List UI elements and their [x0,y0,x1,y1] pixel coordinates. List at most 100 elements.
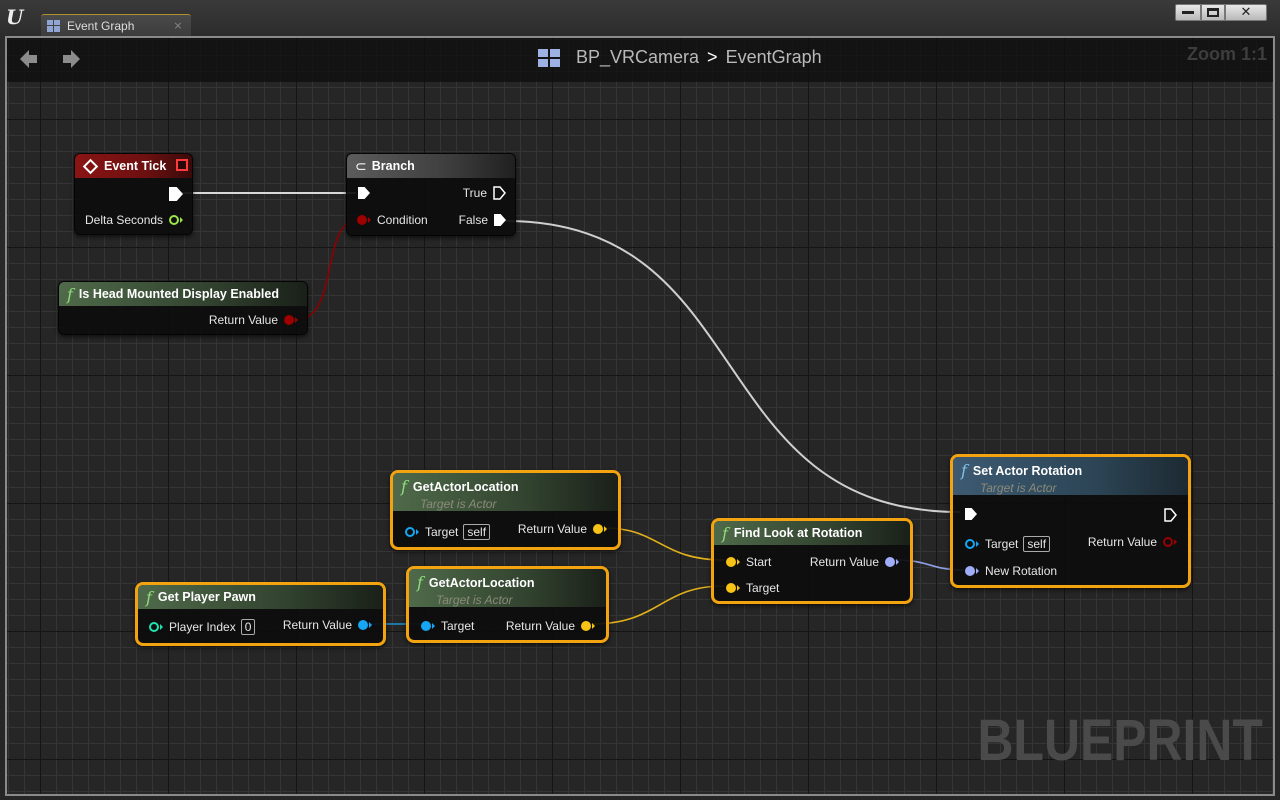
pin-label: Return Value [809,555,879,569]
exec-pin-icon [965,508,977,520]
node-header: f Get Player Pawn [138,585,383,609]
pin-label: Return Value [208,313,278,327]
function-icon: f [417,573,423,592]
exec-pin-icon [493,186,506,200]
pin-return-value[interactable]: Return Value [810,555,899,569]
pin-return-value[interactable]: Return Value [518,522,607,536]
node-subtitle: Target is Actor [980,481,1057,495]
pin-false[interactable]: False [459,213,506,227]
function-icon: f [67,284,73,304]
bool-pin-icon [357,215,367,225]
function-icon: f [722,523,728,543]
node-get-actor-location-1[interactable]: f GetActorLocation Target is Actor Target… [390,470,621,550]
graph-canvas[interactable]: BP_VRCamera > EventGraph Zoom 1:1 BLUEPR… [5,36,1275,796]
blueprint-editor-window: U Event Graph × ✕ BP_VRCamera > EventGra… [0,0,1280,800]
branch-icon: ⊂ [355,157,367,174]
event-icon [82,158,99,174]
delegate-icon[interactable] [176,159,188,171]
target-default-value[interactable]: self [463,524,491,540]
player-index-input[interactable]: 0 [240,619,256,635]
exec-pin-icon [494,214,506,226]
node-is-hmd-enabled[interactable]: f Is Head Mounted Display Enabled Return… [58,281,308,335]
node-title: Set Actor Rotation [972,463,1083,478]
bool-pin-icon [1163,537,1173,547]
pin-label: Start [746,555,772,569]
pin-return-value[interactable]: Return Value [1088,535,1177,549]
object-pin-icon [421,621,431,631]
pin-condition[interactable]: Condition [357,213,428,227]
node-set-actor-rotation[interactable]: f Set Actor Rotation Target is Actor Targ… [950,454,1191,588]
pin-exec-in[interactable] [358,187,370,199]
vector-pin-icon [581,621,591,631]
node-title: GetActorLocation [412,479,519,494]
node-event-tick[interactable]: Event Tick Delta Seconds [74,153,193,235]
pin-label: Condition [377,213,428,227]
pin-label: Return Value [1087,535,1157,549]
pin-return-value[interactable]: Return Value [209,313,298,327]
pin-label: Target [985,537,1019,551]
breadcrumb-graph[interactable]: EventGraph [726,47,822,68]
exec-pin-icon [1164,508,1177,522]
close-icon: ✕ [1240,5,1252,20]
tab-label: Event Graph [67,18,135,33]
pin-player-index[interactable]: Player Index 0 [149,619,256,635]
pin-delta-seconds[interactable]: Delta Seconds [85,213,184,227]
pin-label: Target [746,581,780,595]
arrow-left-icon [20,50,37,68]
node-header: f GetActorLocation Target is Actor [409,569,606,607]
pin-label: Return Value [517,522,587,536]
vector-pin-icon [593,524,603,534]
pin-start[interactable]: Start [726,555,771,569]
node-title: Get Player Pawn [157,590,256,604]
pin-label: Target [441,619,475,633]
unreal-logo-icon: U [6,5,24,29]
back-button[interactable] [19,49,39,69]
node-header: f Find Look at Rotation [714,521,910,545]
pin-return-value[interactable]: Return Value [283,618,372,632]
pin-target[interactable]: Target [421,619,474,633]
pin-target[interactable]: Target self [405,524,491,540]
pin-new-rotation[interactable]: New Rotation [965,564,1057,578]
function-icon: f [146,587,152,607]
node-title: Event Tick [104,159,167,173]
pin-target[interactable]: Target [726,581,779,595]
pin-return-value[interactable]: Return Value [506,619,595,633]
maximize-button[interactable] [1201,4,1225,21]
blueprint-class-icon [538,48,562,67]
node-find-look-at-rotation[interactable]: f Find Look at Rotation Start Target Ret… [711,518,913,604]
breadcrumb-blueprint[interactable]: BP_VRCamera [576,47,699,68]
node-get-actor-location-2[interactable]: f GetActorLocation Target is Actor Target… [406,566,609,643]
node-title: Is Head Mounted Display Enabled [78,287,279,301]
breadcrumb-separator: > [707,47,718,67]
target-default-value[interactable]: self [1023,536,1051,552]
node-get-player-pawn[interactable]: f Get Player Pawn Player Index 0 Return … [135,582,386,646]
pin-true[interactable]: True [463,186,506,200]
close-tab-icon[interactable]: × [171,19,185,32]
pin-label: True [462,186,487,200]
breadcrumb: BP_VRCamera > EventGraph [538,47,822,68]
node-title: GetActorLocation [428,575,535,590]
node-subtitle: Target is Actor [420,497,497,511]
pin-exec-out[interactable] [169,187,183,201]
close-window-button[interactable]: ✕ [1225,4,1267,21]
pin-exec-out[interactable] [1164,508,1177,522]
pin-label: New Rotation [985,564,1058,578]
node-header: f GetActorLocation Target is Actor [393,473,618,511]
pin-label: Player Index [169,620,236,634]
exec-pin-icon [358,187,370,199]
pin-target[interactable]: Target self [965,536,1051,552]
node-title: Find Look at Rotation [733,526,863,540]
graph-grid [7,38,1273,794]
function-icon: f [961,461,967,480]
pin-exec-in[interactable] [965,508,977,520]
minimize-button[interactable] [1175,4,1201,21]
node-title: Branch [371,159,415,173]
tab-event-graph[interactable]: Event Graph × [41,14,191,36]
vector-pin-icon [726,583,736,593]
forward-button[interactable] [61,49,81,69]
node-header: Event Tick [75,154,192,178]
window-controls: ✕ [1175,4,1267,21]
pin-label: Target [425,525,459,539]
node-branch[interactable]: ⊂ Branch Condition True False [346,153,516,236]
vector-pin-icon [726,557,736,567]
